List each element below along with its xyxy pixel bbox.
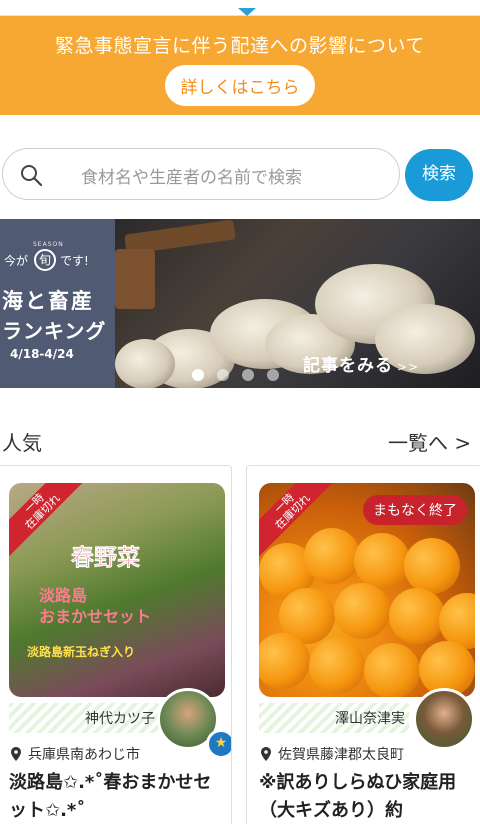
- producer-avatar[interactable]: [413, 688, 475, 750]
- product-image: 一時 在庫切れ 春野菜 淡路島 おまかせセット 淡路島新玉ねぎ入り: [9, 483, 225, 697]
- producer-name: 澤山奈津実: [335, 711, 405, 727]
- product-card[interactable]: 一時 在庫切れ 春野菜 淡路島 おまかせセット 淡路島新玉ねぎ入り 神代カツ子 …: [0, 465, 232, 824]
- popular-section-title: 人気: [2, 431, 42, 455]
- cta-arrows: >>: [397, 360, 420, 374]
- cut-off-tab-text: · · · ·: [190, 0, 219, 6]
- star-medal-icon: ★: [206, 729, 231, 759]
- banner-date-range: 4/18-4/24: [10, 347, 74, 361]
- carousel-dot[interactable]: [192, 369, 204, 381]
- location-text: 佐賀県藤津郡太良町: [278, 747, 404, 763]
- now-prefix: 今が: [4, 254, 29, 268]
- season-label: SEASON: [33, 241, 64, 248]
- image-caption-2: 淡路島 おまかせセット: [39, 586, 152, 626]
- carousel-dot[interactable]: [242, 369, 254, 381]
- product-location: 佐賀県藤津郡太良町: [261, 744, 404, 764]
- product-title[interactable]: 淡路島✩.*˚春おまかせセット✩.*˚: [9, 769, 224, 824]
- ending-soon-badge: まもなく終了: [363, 495, 467, 525]
- banner-title-line1: 海と畜産: [2, 289, 94, 313]
- view-all-link[interactable]: 一覧へ >: [388, 427, 471, 456]
- oyster-photo: [115, 219, 480, 388]
- image-caption-3: 淡路島新玉ねぎ入り: [27, 645, 136, 659]
- search-icon: [21, 165, 43, 187]
- search-button[interactable]: 検索: [405, 149, 473, 201]
- banner-label-panel: SEASON 今が 旬 です! 海と畜産 ランキング 4/18-4/24: [0, 219, 115, 388]
- product-title[interactable]: ※訳ありしらぬひ家庭用（大キズあり）約: [259, 769, 474, 824]
- banner-title-line2: ランキング: [2, 319, 107, 343]
- location-text: 兵庫県南あわじ市: [28, 747, 140, 763]
- notice-message: 緊急事態宣言に伴う配達への影響について: [55, 35, 425, 57]
- producer-tag: 澤山奈津実: [259, 703, 409, 733]
- top-tab-strip: · · · ·: [0, 0, 480, 16]
- now-suffix: です!: [60, 254, 89, 268]
- carousel-dots: [192, 366, 292, 385]
- producer-tag: 神代カツ子: [9, 703, 159, 733]
- emergency-notice-banner: 緊急事態宣言に伴う配達への影響について 詳しくはこちら: [0, 16, 480, 115]
- search-input[interactable]: 食材名や生産者の名前で検索: [2, 148, 400, 200]
- location-pin-icon: [261, 747, 271, 761]
- product-location: 兵庫県南あわじ市: [11, 744, 140, 764]
- product-card[interactable]: 一時 在庫切れ まもなく終了 澤山奈津実 佐賀県藤津郡太良町 ※訳ありしらぬひ家…: [246, 465, 480, 824]
- shun-badge: 旬: [34, 249, 56, 271]
- search-placeholder: 食材名や生産者の名前で検索: [81, 168, 302, 188]
- image-caption-1: 春野菜: [71, 545, 141, 572]
- carousel-dot[interactable]: [267, 369, 279, 381]
- carousel-dot[interactable]: [217, 369, 229, 381]
- cta-label: 記事をみる: [303, 356, 393, 376]
- view-article-link[interactable]: 記事をみる >>: [303, 351, 419, 376]
- tab-indicator: [238, 8, 256, 16]
- feature-banner-carousel[interactable]: SEASON 今が 旬 です! 海と畜産 ランキング 4/18-4/24 記事を…: [0, 219, 480, 388]
- search-bar: 食材名や生産者の名前で検索 検索: [0, 148, 480, 204]
- location-pin-icon: [11, 747, 21, 761]
- producer-name: 神代カツ子: [85, 711, 155, 727]
- notice-details-button[interactable]: 詳しくはこちら: [165, 65, 315, 106]
- product-image: 一時 在庫切れ まもなく終了: [259, 483, 475, 697]
